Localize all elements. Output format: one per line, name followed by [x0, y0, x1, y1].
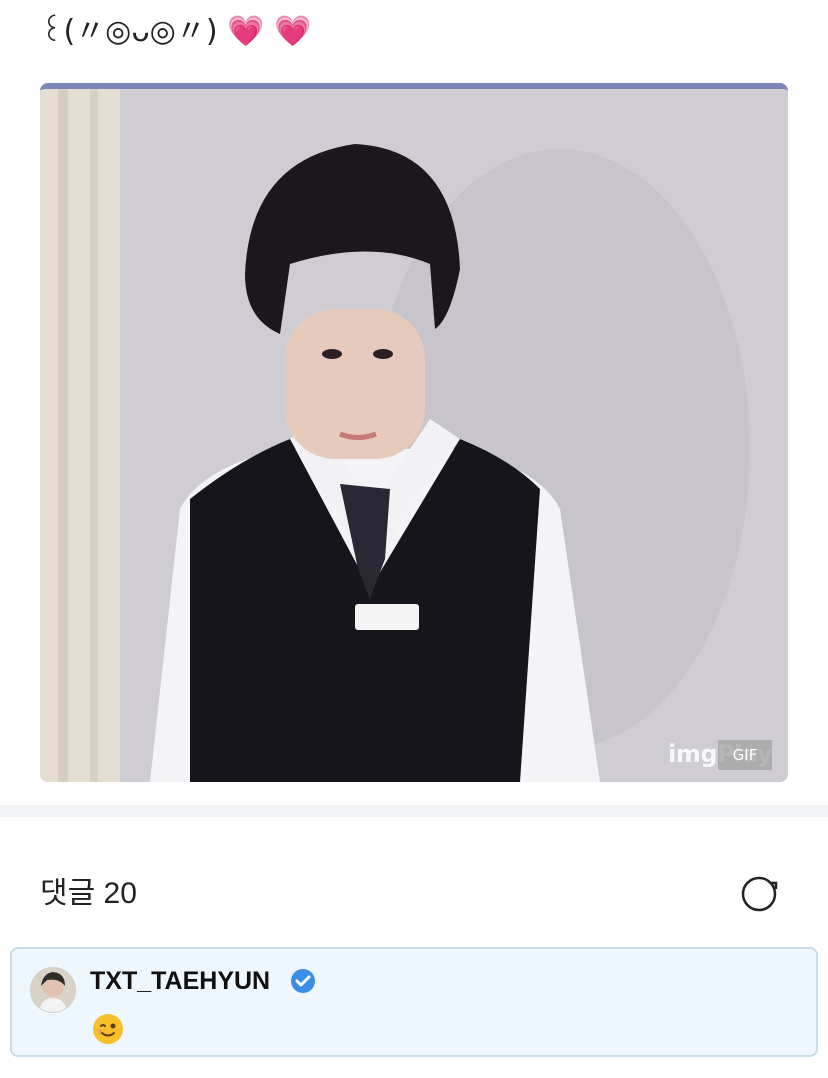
comment-author[interactable]: TXT_TAEHYUN — [90, 965, 270, 997]
refresh-icon[interactable] — [740, 875, 778, 913]
gif-photo — [40, 89, 788, 782]
post-text: ꒰(〃◎ᴗ◎〃) 💗 💗 — [40, 10, 311, 54]
comment-item[interactable]: TXT_TAEHYUN — [10, 947, 818, 1057]
heart-emoji: 💗 — [227, 14, 265, 49]
post-kaomoji: ꒰(〃◎ᴗ◎〃) — [40, 14, 218, 49]
avatar[interactable] — [30, 967, 76, 1013]
heart-emoji: 💗 — [274, 14, 312, 49]
verified-icon — [290, 968, 316, 994]
comments-header: 댓글 20 — [40, 877, 137, 910]
section-divider — [0, 805, 828, 817]
wink-emoji — [92, 1013, 124, 1045]
post-gif[interactable]: imgPlay GIF — [40, 83, 788, 782]
gif-badge: GIF — [718, 740, 772, 770]
